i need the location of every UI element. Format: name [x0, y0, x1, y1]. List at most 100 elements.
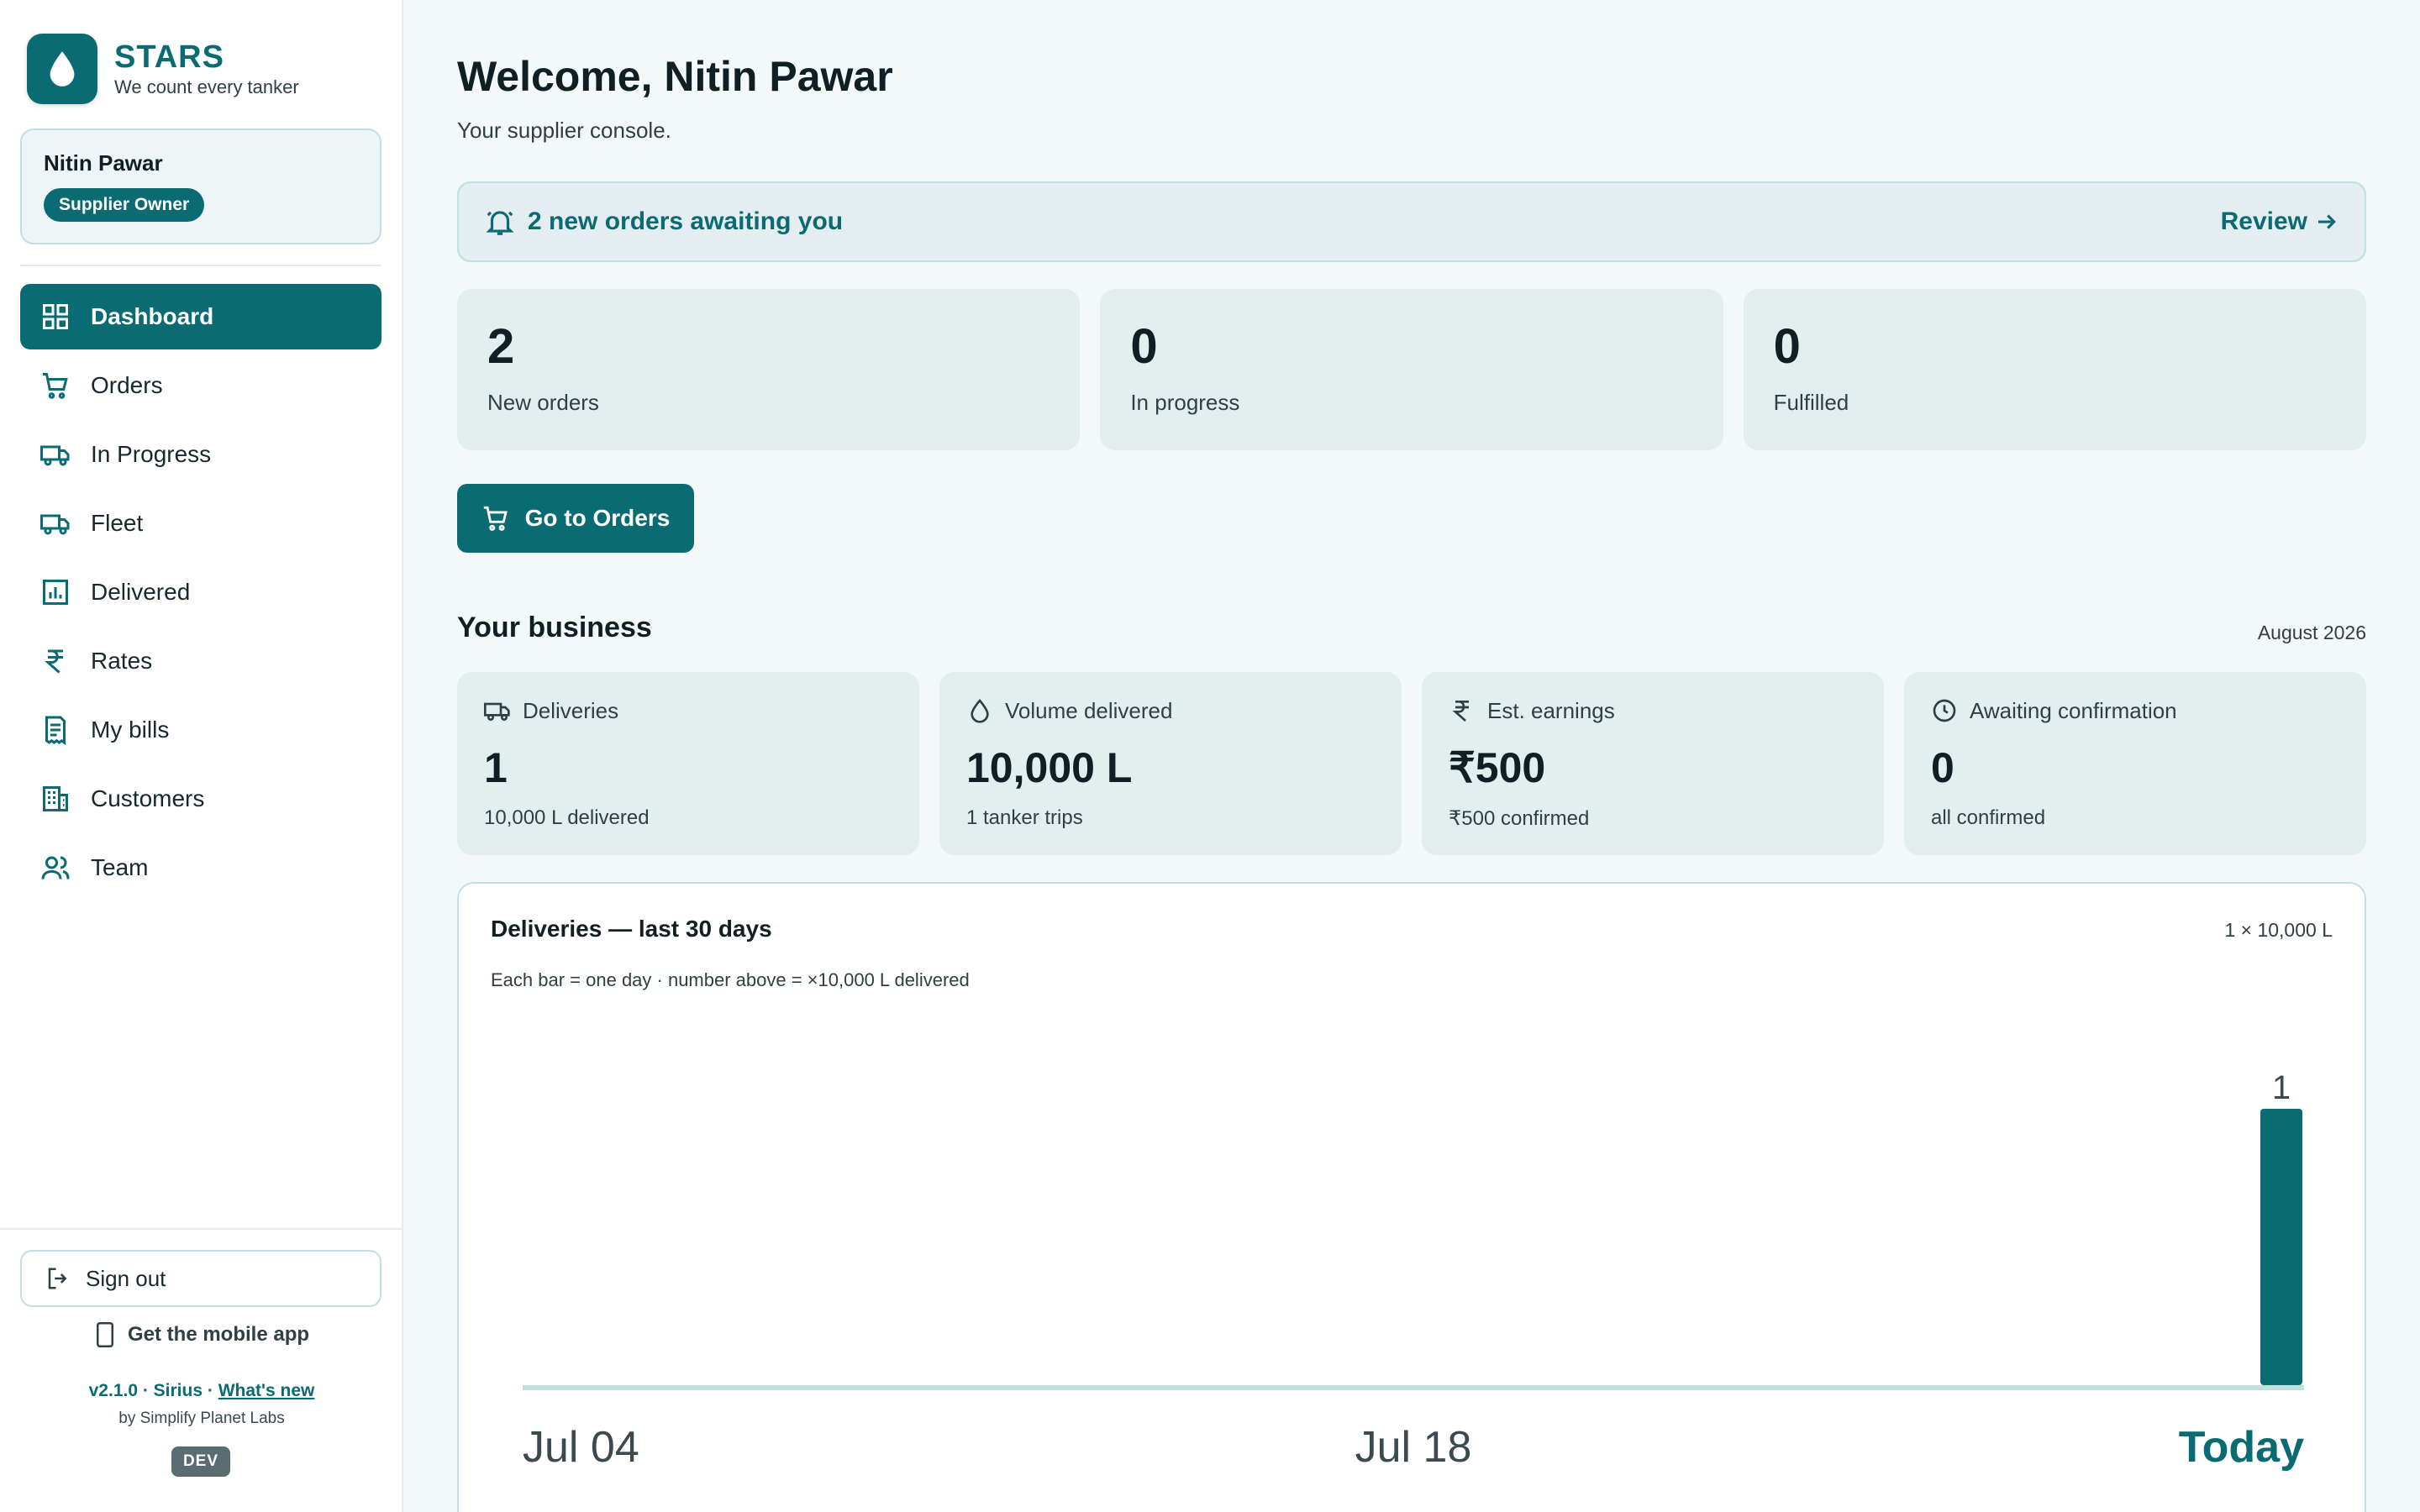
biz-sub: ₹500 confirmed [1449, 807, 1590, 830]
brand-name: STARS [114, 39, 224, 75]
mobile-app-label: Get the mobile app [127, 1323, 310, 1346]
x-tick-label: Jul 04 [523, 1423, 639, 1472]
sign-out-label: Sign out [86, 1265, 166, 1291]
x-tick-label: Jul 18 [1355, 1423, 1472, 1472]
biz-label: Volume delivered [1005, 697, 1173, 723]
review-label: Review [2220, 207, 2307, 235]
sidebar-nav: Dashboard Orders In Progress Fleet Deliv… [20, 284, 381, 904]
phone-icon [96, 1322, 113, 1347]
cart-icon [43, 373, 68, 399]
chart-bar-label: 1 [2272, 1069, 2291, 1106]
rupee-icon [45, 649, 63, 674]
sidebar-item-label: Rates [91, 648, 153, 674]
role-badge: Supplier Owner [44, 188, 205, 222]
biz-card-earnings: Est. earnings ₹500 ₹500 confirmed [1422, 672, 1884, 855]
user-card: Nitin Pawar Supplier Owner [20, 129, 381, 244]
business-period: August 2026 [2257, 622, 2366, 643]
deliveries-chart: Deliveries — last 30 days 1 × 10,000 L E… [457, 882, 2366, 1512]
sign-out-button[interactable]: Sign out [20, 1250, 381, 1307]
x-tick-label: Today [2179, 1423, 2304, 1472]
sidebar-bottom-divider [0, 1228, 403, 1230]
arrow-right-icon [2318, 214, 2336, 229]
biz-label: Awaiting confirmation [1970, 697, 2177, 723]
sidebar-item-fleet[interactable]: Fleet [20, 491, 381, 556]
biz-card-volume: Volume delivered 10,000 L 1 tanker trips [939, 672, 1402, 855]
building-icon [43, 786, 68, 811]
review-link[interactable]: Review [2221, 207, 2339, 236]
brand-tagline: We count every tanker [114, 76, 299, 97]
whats-new-link[interactable]: What's new [218, 1381, 315, 1400]
sidebar-item-label: Dashboard [91, 303, 214, 329]
rupee-icon [1452, 701, 1469, 722]
sidebar-item-label: Team [91, 854, 149, 880]
biz-sub: 1 tanker trips [966, 806, 1083, 829]
sidebar-item-orders[interactable]: Orders [20, 353, 381, 418]
order-stats: 2 New orders 0 In progress 0 Fulfilled [457, 289, 2366, 450]
biz-label: Deliveries [523, 697, 619, 723]
sidebar-item-in-progress[interactable]: In Progress [20, 422, 381, 487]
brand[interactable]: STARS We count every tanker [27, 34, 299, 104]
version-info: v2.1.0 · Sirius · What's new [0, 1381, 403, 1401]
sidebar-item-label: Orders [91, 372, 163, 398]
chart-baseline [523, 1385, 2304, 1390]
stat-in-progress: 0 In progress [1100, 289, 1723, 450]
cart-icon [483, 506, 508, 531]
biz-sub: all confirmed [1931, 806, 2046, 829]
bar-chart-icon [43, 580, 68, 605]
new-orders-alert: 2 new orders awaiting you Review [457, 181, 2366, 262]
business-section-title: Your business [457, 612, 652, 643]
sidebar-item-customers[interactable]: Customers [20, 766, 381, 832]
stat-value: 2 [487, 319, 515, 374]
byline: by Simplify Planet Labs [118, 1410, 285, 1427]
stat-label: In progress [1130, 390, 1240, 415]
chart-bar[interactable] [2260, 1109, 2302, 1385]
stat-label: Fulfilled [1773, 390, 1849, 415]
clock-icon [1933, 699, 1956, 722]
stat-value: 0 [1773, 319, 1801, 374]
biz-value: 0 [1931, 744, 1954, 791]
grid-icon [43, 304, 68, 329]
biz-value: ₹500 [1449, 744, 1546, 791]
sign-out-icon [48, 1268, 67, 1289]
droplet-icon [971, 698, 989, 723]
biz-sub: 10,000 L delivered [484, 806, 650, 829]
truck-icon [40, 445, 70, 466]
bell-icon [486, 211, 514, 235]
receipt-icon [45, 716, 66, 745]
sidebar-item-label: In Progress [91, 441, 212, 467]
business-cards: Deliveries 1 10,000 L delivered Volume d… [457, 672, 2366, 855]
sidebar-item-team[interactable]: Team [20, 835, 381, 900]
users-icon [41, 856, 70, 879]
stat-value: 0 [1130, 319, 1158, 374]
biz-label: Est. earnings [1487, 697, 1615, 723]
sidebar-item-my-bills[interactable]: My bills [20, 697, 381, 763]
stat-new-orders: 2 New orders [457, 289, 1081, 450]
sidebar-item-delivered[interactable]: Delivered [20, 559, 381, 625]
stat-fulfilled: 0 Fulfilled [1743, 289, 2366, 450]
go-to-orders-label: Go to Orders [524, 505, 671, 531]
chart-plot: 1 Jul 04 Jul 18 Today [523, 1069, 2304, 1472]
alert-text: 2 new orders awaiting you [528, 207, 844, 235]
biz-value: 10,000 L [966, 744, 1133, 791]
droplet-logo-icon [27, 34, 97, 104]
page-title: Welcome, Nitin Pawar [457, 53, 893, 100]
env-badge: DEV [171, 1446, 230, 1477]
mobile-app-link[interactable]: Get the mobile app [0, 1322, 403, 1347]
sidebar-item-label: Delivered [91, 579, 191, 605]
version-text: v2.1.0 · Sirius · [88, 1381, 218, 1400]
stat-label: New orders [487, 390, 599, 415]
go-to-orders-button[interactable]: Go to Orders [457, 484, 694, 553]
truck-icon [40, 514, 70, 535]
biz-card-deliveries: Deliveries 1 10,000 L delivered [457, 672, 919, 855]
truck-icon [484, 702, 510, 721]
user-name: Nitin Pawar [44, 150, 163, 176]
page-subtitle: Your supplier console. [457, 118, 671, 143]
sidebar: STARS We count every tanker Nitin Pawar … [0, 0, 403, 1512]
sidebar-item-rates[interactable]: Rates [20, 628, 381, 694]
biz-card-awaiting: Awaiting confirmation 0 all confirmed [1904, 672, 2366, 855]
sidebar-divider [20, 265, 381, 266]
sidebar-item-label: My bills [91, 717, 170, 743]
sidebar-item-dashboard[interactable]: Dashboard [20, 284, 381, 349]
biz-value: 1 [484, 744, 508, 791]
sidebar-item-label: Customers [91, 785, 205, 811]
